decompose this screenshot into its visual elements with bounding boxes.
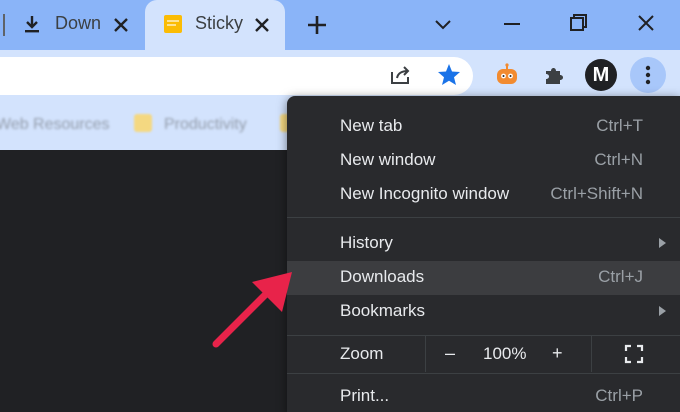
fullscreen-icon [624,344,644,364]
chrome-main-menu: New tab Ctrl+T New window Ctrl+N New Inc… [287,96,680,412]
extension-robot-icon[interactable] [494,62,520,88]
download-icon [25,16,39,33]
menu-item-new-window[interactable]: New window Ctrl+N [287,144,680,178]
annotation-arrow-icon [212,272,292,348]
menu-divider [287,373,680,374]
menu-item-shortcut: Ctrl+T [596,116,643,135]
submenu-arrow-icon [659,306,666,316]
bookmark-item-web-resources[interactable]: Web Resources [0,116,110,134]
menu-item-new-tab[interactable]: New tab Ctrl+T [287,110,680,144]
profile-avatar-icon[interactable]: M [585,59,617,91]
menu-item-label: New tab [340,116,403,135]
close-window-icon[interactable] [631,10,661,38]
zoom-in-button[interactable]: + [552,343,563,364]
menu-divider [287,217,680,218]
menu-item-shortcut: Ctrl+J [598,267,643,286]
share-icon[interactable] [388,62,414,88]
menu-item-downloads[interactable]: Downloads Ctrl+J [287,261,680,295]
fullscreen-button[interactable] [591,336,680,372]
zoom-label: Zoom [340,344,384,363]
menu-item-bookmarks[interactable]: Bookmarks [287,295,680,329]
profile-initial: M [592,64,610,86]
close-tab-icon[interactable] [251,12,273,36]
menu-item-label: Bookmarks [340,301,426,320]
tab-divider [3,14,5,36]
menu-item-label: Downloads [340,267,425,286]
zoom-level: 100% [483,344,527,363]
tab-downloads[interactable]: Downloads [0,0,145,50]
toolbar [0,50,680,100]
close-tab-icon[interactable] [110,12,132,36]
extensions-puzzle-icon[interactable] [541,62,567,88]
menu-item-label: New Incognito window [340,184,510,203]
bookmark-star-icon[interactable] [436,62,462,88]
menu-item-print[interactable]: Print... Ctrl+P [287,380,680,412]
bookmark-item-productivity[interactable]: Productivity [164,116,247,134]
zoom-row: Zoom – 100% + [287,336,680,372]
more-menu-button[interactable] [630,57,666,93]
folder-icon [134,114,152,132]
menu-item-shortcut: Ctrl+Shift+N [550,184,643,203]
menu-item-shortcut: Ctrl+N [594,150,643,169]
menu-item-label: Print... [340,386,390,405]
menu-item-history[interactable]: History [287,227,680,261]
tab-search-chevron-icon[interactable] [428,10,458,38]
zoom-out-button[interactable]: – [445,343,455,364]
restore-icon[interactable] [563,10,593,38]
menu-item-label: History [340,233,393,252]
minimize-icon[interactable] [497,10,527,38]
tab-sticky-notes[interactable]: Sticky Notes [145,0,285,50]
annotation-arrow-shaft [212,290,270,348]
menu-item-label: New window [340,150,436,169]
bookmark-star-shape [438,64,460,85]
tab-strip: Downloads Sticky Notes [0,0,680,50]
menu-item-shortcut: Ctrl+P [595,386,643,405]
tab-title-downloads: Downloads [55,13,101,33]
sticky-note-icon [164,15,182,33]
more-menu-icon [645,65,651,85]
submenu-arrow-icon [659,238,666,248]
new-tab-plus-icon[interactable] [302,10,332,40]
tab-title-sticky-notes: Sticky Notes [195,13,245,33]
menu-item-new-incognito-window[interactable]: New Incognito window Ctrl+Shift+N [287,178,680,212]
